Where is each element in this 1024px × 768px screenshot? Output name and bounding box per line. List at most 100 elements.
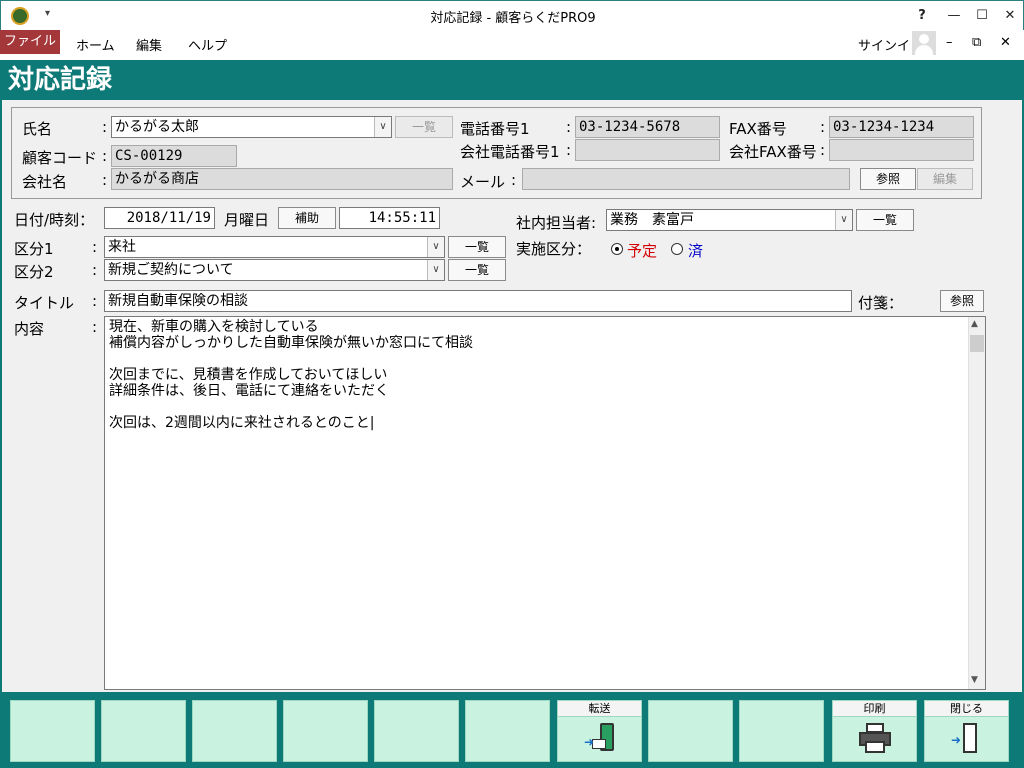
close-caption: 閉じる (925, 701, 1008, 717)
chevron-down-icon[interactable]: ∨ (427, 260, 444, 280)
content-label: 内容 (14, 320, 45, 338)
date-time-label: 日付/時刻： (14, 211, 95, 229)
tag-label: 付箋： (858, 294, 904, 312)
category2-label: 区分2 (14, 263, 54, 281)
menu-help[interactable]: ヘルプ (188, 35, 227, 54)
page-title: 対応記録 (0, 60, 1024, 100)
close-form-button[interactable]: 閉じる ➜ (924, 700, 1009, 762)
date-time-label-text: 日付/時刻 (14, 211, 80, 229)
staff-combo[interactable]: 業務 素富戸 ∨ (606, 209, 853, 231)
colon: : (820, 141, 826, 159)
colon: : (92, 238, 98, 256)
name-label: 氏名 (22, 120, 53, 138)
radio-sumi[interactable] (671, 243, 683, 255)
customer-name-value: かるがる太郎 (115, 119, 199, 135)
chevron-down-icon[interactable]: ∨ (835, 210, 852, 230)
function-key-5[interactable] (374, 700, 459, 762)
mail-field[interactable] (522, 168, 850, 190)
customer-name-combo[interactable]: かるがる太郎 ∨ (111, 116, 392, 138)
avatar[interactable] (912, 31, 936, 55)
forward-mail-icon: ➜ (584, 723, 616, 755)
company-tel1-field[interactable] (575, 139, 720, 161)
fax-field[interactable]: 03-1234-1234 (829, 116, 974, 138)
category1-value: 来社 (108, 239, 136, 255)
content-line: 補償内容がしっかりした自動車保険が無いか窓口にて相談 (109, 335, 473, 351)
forward-caption: 転送 (558, 701, 641, 717)
exit-door-icon: ➜ (951, 723, 983, 755)
staff-list-button[interactable]: 一覧 (856, 209, 914, 231)
category1-label: 区分1 (14, 240, 54, 258)
exec-label-text: 実施区分 (516, 240, 577, 258)
customer-code-field[interactable]: CS-00129 (111, 145, 237, 167)
content-line: 現在、新車の購入を検討している (109, 319, 319, 335)
colon: : (566, 141, 572, 159)
customer-ref-button[interactable]: 参照 (860, 168, 916, 190)
chevron-down-icon[interactable]: ∨ (374, 117, 391, 137)
company-name-field[interactable]: かるがる商店 (111, 168, 453, 190)
category2-combo[interactable]: 新規ご契約について ∨ (104, 259, 445, 281)
mdi-restore-button[interactable]: ⧉ (972, 35, 981, 50)
date-field[interactable]: 2018/11/19 (104, 207, 215, 229)
colon: : (92, 261, 98, 279)
function-key-6[interactable] (465, 700, 550, 762)
colon: : (92, 292, 98, 310)
chevron-down-icon[interactable]: ∨ (427, 237, 444, 257)
function-key-4[interactable] (283, 700, 368, 762)
tel1-field[interactable]: 03-1234-5678 (575, 116, 720, 138)
minimize-button[interactable]: — (941, 5, 967, 27)
category1-combo[interactable]: 来社 ∨ (104, 236, 445, 258)
title-field[interactable]: 新規自動車保険の相談 (104, 290, 852, 312)
radio-yotei-label[interactable]: 予定 (627, 240, 657, 261)
colon: : (820, 118, 826, 136)
category2-list-button[interactable]: 一覧 (448, 259, 506, 281)
company-fax-field[interactable] (829, 139, 974, 161)
mdi-minimize-button[interactable]: – (946, 35, 953, 50)
colon: : (511, 171, 517, 189)
help-button[interactable]: ? (909, 5, 935, 27)
menu-edit[interactable]: 編集 (136, 35, 162, 54)
printer-icon (859, 723, 891, 755)
staff-label-text: 社内担当者 (516, 214, 592, 232)
function-key-9[interactable] (739, 700, 824, 762)
content-line (109, 399, 981, 415)
function-key-8[interactable] (648, 700, 733, 762)
scroll-up-icon[interactable]: ▲ (971, 319, 978, 329)
forward-button[interactable]: 転送 ➜ (557, 700, 642, 762)
exec-label: 実施区分： (516, 240, 592, 258)
content-line: 次回は、2週間以内に来社されるとのこと| (109, 415, 375, 431)
function-key-1[interactable] (10, 700, 95, 762)
category1-list-button[interactable]: 一覧 (448, 236, 506, 258)
radio-yotei[interactable] (611, 243, 623, 255)
content-scrollbar[interactable]: ▲ ▼ (968, 317, 985, 689)
tag-ref-button[interactable]: 参照 (940, 290, 984, 312)
maximize-button[interactable]: ☐ (969, 5, 995, 27)
menu-file[interactable]: ファイル (0, 30, 60, 54)
mdi-close-button[interactable]: ✕ (1000, 35, 1011, 50)
scroll-down-icon[interactable]: ▼ (971, 675, 978, 685)
weekday-text: 月曜日 (224, 211, 270, 229)
title-label: タイトル (14, 294, 75, 312)
colon: : (102, 118, 108, 136)
time-field[interactable]: 14:55:11 (339, 207, 440, 229)
radio-selected-dot-icon (615, 247, 619, 251)
function-key-2[interactable] (101, 700, 186, 762)
content-textarea[interactable]: 現在、新車の購入を検討している 補償内容がしっかりした自動車保険が無いか窓口にて… (104, 316, 986, 690)
customer-edit-button[interactable]: 編集 (917, 168, 973, 190)
assist-button[interactable]: 補助 (278, 207, 336, 229)
content-line: 次回までに、見積書を作成しておいてほしい (109, 367, 388, 383)
close-button[interactable]: ✕ (997, 5, 1023, 27)
customer-list-button[interactable]: 一覧 (395, 116, 453, 138)
radio-sumi-label[interactable]: 済 (688, 240, 703, 261)
company-name-label: 会社名 (22, 173, 68, 191)
company-fax-label: 会社FAX番号 (729, 143, 817, 161)
menu-home[interactable]: ホーム (76, 35, 115, 54)
colon: : (102, 147, 108, 165)
avatar-body-icon (915, 45, 933, 55)
fax-label: FAX番号 (729, 120, 787, 138)
avatar-head-icon (919, 34, 929, 44)
print-button[interactable]: 印刷 (832, 700, 917, 762)
scroll-thumb[interactable] (970, 335, 984, 352)
function-key-3[interactable] (192, 700, 277, 762)
mail-label: メール (460, 173, 506, 191)
staff-label: 社内担当者: (516, 214, 597, 232)
